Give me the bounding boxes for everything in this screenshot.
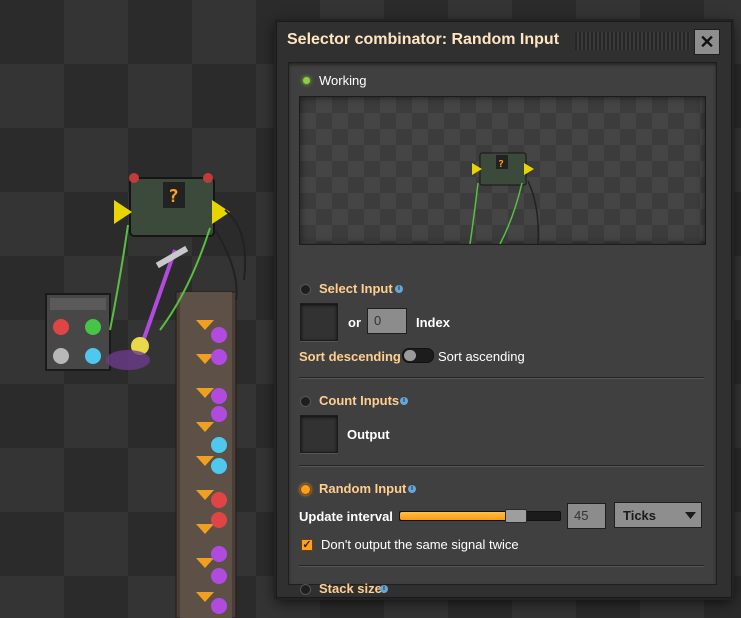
sort-descending-label: Sort descending xyxy=(299,349,401,364)
drag-handle[interactable] xyxy=(575,32,690,50)
dropdown-selected: Ticks xyxy=(623,508,657,523)
close-icon: ✕ xyxy=(699,32,715,52)
svg-text:?: ? xyxy=(498,159,504,170)
interval-unit-dropdown[interactable]: Ticks xyxy=(614,502,702,528)
random-input-info-icon[interactable]: i xyxy=(408,485,416,493)
section-divider xyxy=(299,377,704,378)
status-led-icon xyxy=(303,77,310,84)
select-input-radio[interactable] xyxy=(300,284,311,295)
count-inputs-info-icon[interactable]: i xyxy=(400,397,408,405)
sort-order-toggle[interactable] xyxy=(402,348,434,363)
svg-text:?: ? xyxy=(168,186,179,207)
content-pane: Working ? Select Input i or 0 Index Sort… xyxy=(288,62,717,596)
count-inputs-radio[interactable] xyxy=(300,396,311,407)
combinator-window: Selector combinator: Random Input ✕ Work… xyxy=(276,21,732,598)
no-repeat-label: Don't output the same signal twice xyxy=(321,537,519,552)
count-inputs-label: Count Inputs xyxy=(319,393,400,408)
checkmark-icon: ✓ xyxy=(302,539,312,551)
chevron-down-icon xyxy=(685,512,696,519)
output-label: Output xyxy=(347,427,390,442)
window-title: Selector combinator: Random Input xyxy=(287,31,560,48)
status-text: Working xyxy=(319,73,367,88)
or-label: or xyxy=(348,315,361,330)
stack-size-radio[interactable] xyxy=(300,584,311,595)
info-glyph: i xyxy=(398,285,400,292)
info-glyph: i xyxy=(383,585,385,592)
random-input-radio[interactable] xyxy=(300,484,311,495)
slider-fill xyxy=(400,512,516,520)
close-button[interactable]: ✕ xyxy=(694,29,720,55)
sort-ascending-label: Sort ascending xyxy=(438,349,525,364)
preview-combinator-image: ? xyxy=(469,152,540,244)
no-repeat-checkbox[interactable]: ✓ xyxy=(301,539,313,551)
select-input-info-icon[interactable]: i xyxy=(395,285,403,293)
info-glyph: i xyxy=(403,397,405,404)
index-input[interactable]: 0 xyxy=(367,308,407,334)
selector-combinator-entity[interactable]: ? xyxy=(114,173,230,237)
stack-size-label: Stack size xyxy=(319,581,382,596)
update-interval-slider[interactable] xyxy=(399,509,561,523)
transport-belt[interactable] xyxy=(175,291,237,618)
toggle-knob xyxy=(404,350,416,361)
stack-size-info-icon[interactable]: i xyxy=(380,585,388,593)
interval-value-input[interactable]: 45 xyxy=(567,503,606,529)
section-divider xyxy=(299,565,704,566)
select-input-label: Select Input xyxy=(319,281,393,296)
random-input-label: Random Input xyxy=(319,481,407,496)
section-divider xyxy=(299,465,704,466)
title-bar[interactable]: Selector combinator: Random Input ✕ xyxy=(277,22,731,60)
update-interval-label: Update interval xyxy=(299,509,393,524)
chest-entity[interactable] xyxy=(45,293,111,371)
info-glyph: i xyxy=(411,485,413,492)
slider-thumb[interactable] xyxy=(505,509,528,523)
entity-preview: ? xyxy=(299,96,706,245)
select-input-signal-slot[interactable] xyxy=(300,303,338,341)
index-label: Index xyxy=(416,315,450,330)
count-output-signal-slot[interactable] xyxy=(300,415,338,453)
